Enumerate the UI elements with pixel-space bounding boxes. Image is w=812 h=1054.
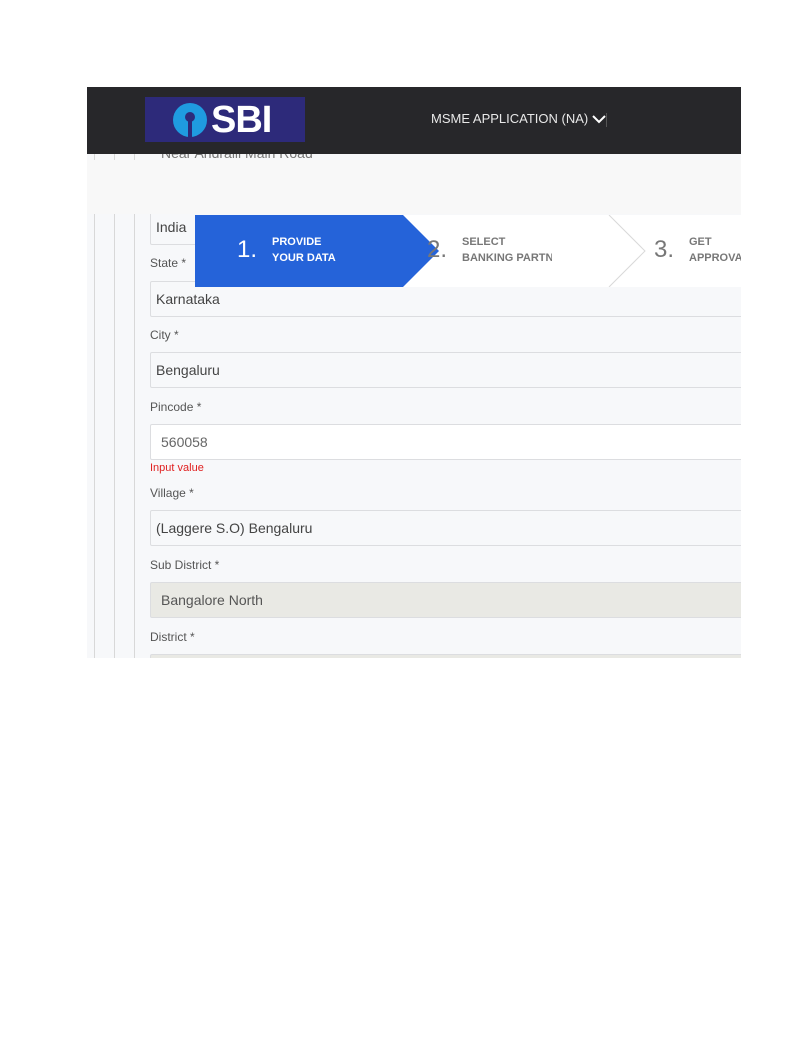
pincode-error: Input value [150,462,204,474]
village-label: Village * [150,486,194,500]
step-2-number: 2. [427,236,448,263]
city-field[interactable]: Bengaluru [150,352,741,388]
left-border-line [134,154,135,658]
menu-label: MSME APPLICATION (NA) [431,111,589,126]
left-border-line [114,154,115,658]
village-field[interactable]: (Laggere S.O) Bengaluru [150,510,741,546]
step-2-line1: SELECT [462,236,506,248]
subdistrict-field: Bangalore North [150,582,741,618]
state-value: Karnataka [156,291,220,307]
step-1-line2: YOUR DATA [272,252,336,264]
step-3-label: GET APPROVA [689,234,741,266]
subdistrict-value: Bangalore North [161,592,263,608]
state-label: State * [150,256,187,270]
step-1-number: 1. [237,236,258,263]
step-2-line2: BANKING PARTN [462,252,552,264]
pincode-value: 560058 [161,434,208,450]
step-1-label: PROVIDE YOUR DATA [272,234,336,266]
chevron-down-icon [592,114,606,123]
sbi-logo-icon [173,102,207,137]
step-1-line1: PROVIDE [272,236,322,248]
application-stepper: 1. PROVIDE YOUR DATA 2. SELECT BANKING P… [195,215,741,287]
app-screenshot: SBI MSME APPLICATION (NA) Near Andralli … [87,87,741,658]
msme-application-menu[interactable]: MSME APPLICATION (NA) [431,111,606,126]
step-3-line2: APPROVA [689,252,741,264]
city-label: City * [150,328,179,342]
subdistrict-label: Sub District * [150,558,220,572]
step-3-number: 3. [654,236,675,263]
left-border-line [94,154,95,658]
sticky-band [87,160,741,214]
district-label: District * [150,630,195,644]
top-header: SBI MSME APPLICATION (NA) [87,87,741,154]
pincode-label: Pincode * [150,400,202,414]
step-3-line1: GET [689,236,712,248]
step-2-label: SELECT BANKING PARTN [462,234,552,266]
city-value: Bengaluru [156,362,220,378]
village-value: (Laggere S.O) Bengaluru [156,520,313,536]
menu-divider [606,113,607,127]
logo-text: SBI [211,98,272,141]
sbi-logo[interactable]: SBI [145,97,305,142]
country-value: India [156,219,187,235]
district-field [150,654,741,658]
pincode-input[interactable]: 560058 [150,424,741,460]
